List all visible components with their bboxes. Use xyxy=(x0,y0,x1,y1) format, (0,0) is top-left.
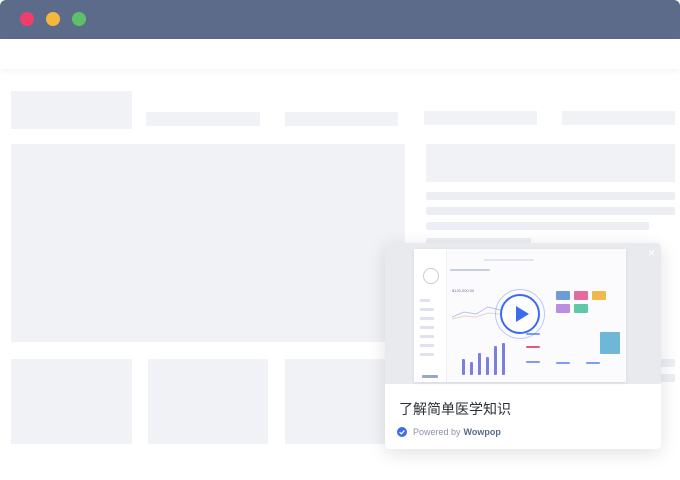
skeleton-text-line xyxy=(660,374,675,382)
skeleton-text-line xyxy=(426,192,675,200)
skeleton-side-heading xyxy=(426,144,675,182)
window-minimize-button[interactable] xyxy=(46,12,60,26)
window-close-button[interactable] xyxy=(20,12,34,26)
skeleton-hero xyxy=(11,144,405,342)
preview-sidebar xyxy=(414,249,447,382)
powered-by-brand[interactable]: Wowpop xyxy=(464,427,501,437)
skeleton-card xyxy=(148,359,268,444)
skeleton-nav-item xyxy=(285,112,398,126)
verified-check-icon xyxy=(397,427,407,437)
page-navbar xyxy=(0,39,680,69)
skeleton-nav-item xyxy=(424,111,537,125)
powered-by-prefix: Powered by xyxy=(413,427,461,437)
play-button[interactable] xyxy=(500,294,540,334)
play-icon xyxy=(516,306,529,322)
skeleton-text-line xyxy=(660,359,675,367)
skeleton-nav-item xyxy=(146,112,260,126)
skeleton-card xyxy=(11,359,132,444)
powered-by[interactable]: Powered by Wowpop xyxy=(397,427,501,437)
skeleton-text-line xyxy=(426,207,675,215)
video-thumbnail[interactable]: × $120,000.00 xyxy=(385,243,661,384)
preview-amount: $120,000.00 xyxy=(452,288,475,293)
avatar-icon xyxy=(423,268,439,284)
close-icon[interactable]: × xyxy=(648,247,655,259)
skeleton-nav-item xyxy=(562,111,675,125)
window-titlebar xyxy=(0,0,680,39)
window-maximize-button[interactable] xyxy=(72,12,86,26)
skeleton-text-line xyxy=(426,222,649,230)
skeleton-logo xyxy=(11,91,132,129)
video-popup: × $120,000.00 了解简单医学知识 Powered by Wowpop xyxy=(385,243,661,449)
popup-title: 了解简单医学知识 xyxy=(399,401,511,417)
skeleton-card xyxy=(285,359,385,444)
